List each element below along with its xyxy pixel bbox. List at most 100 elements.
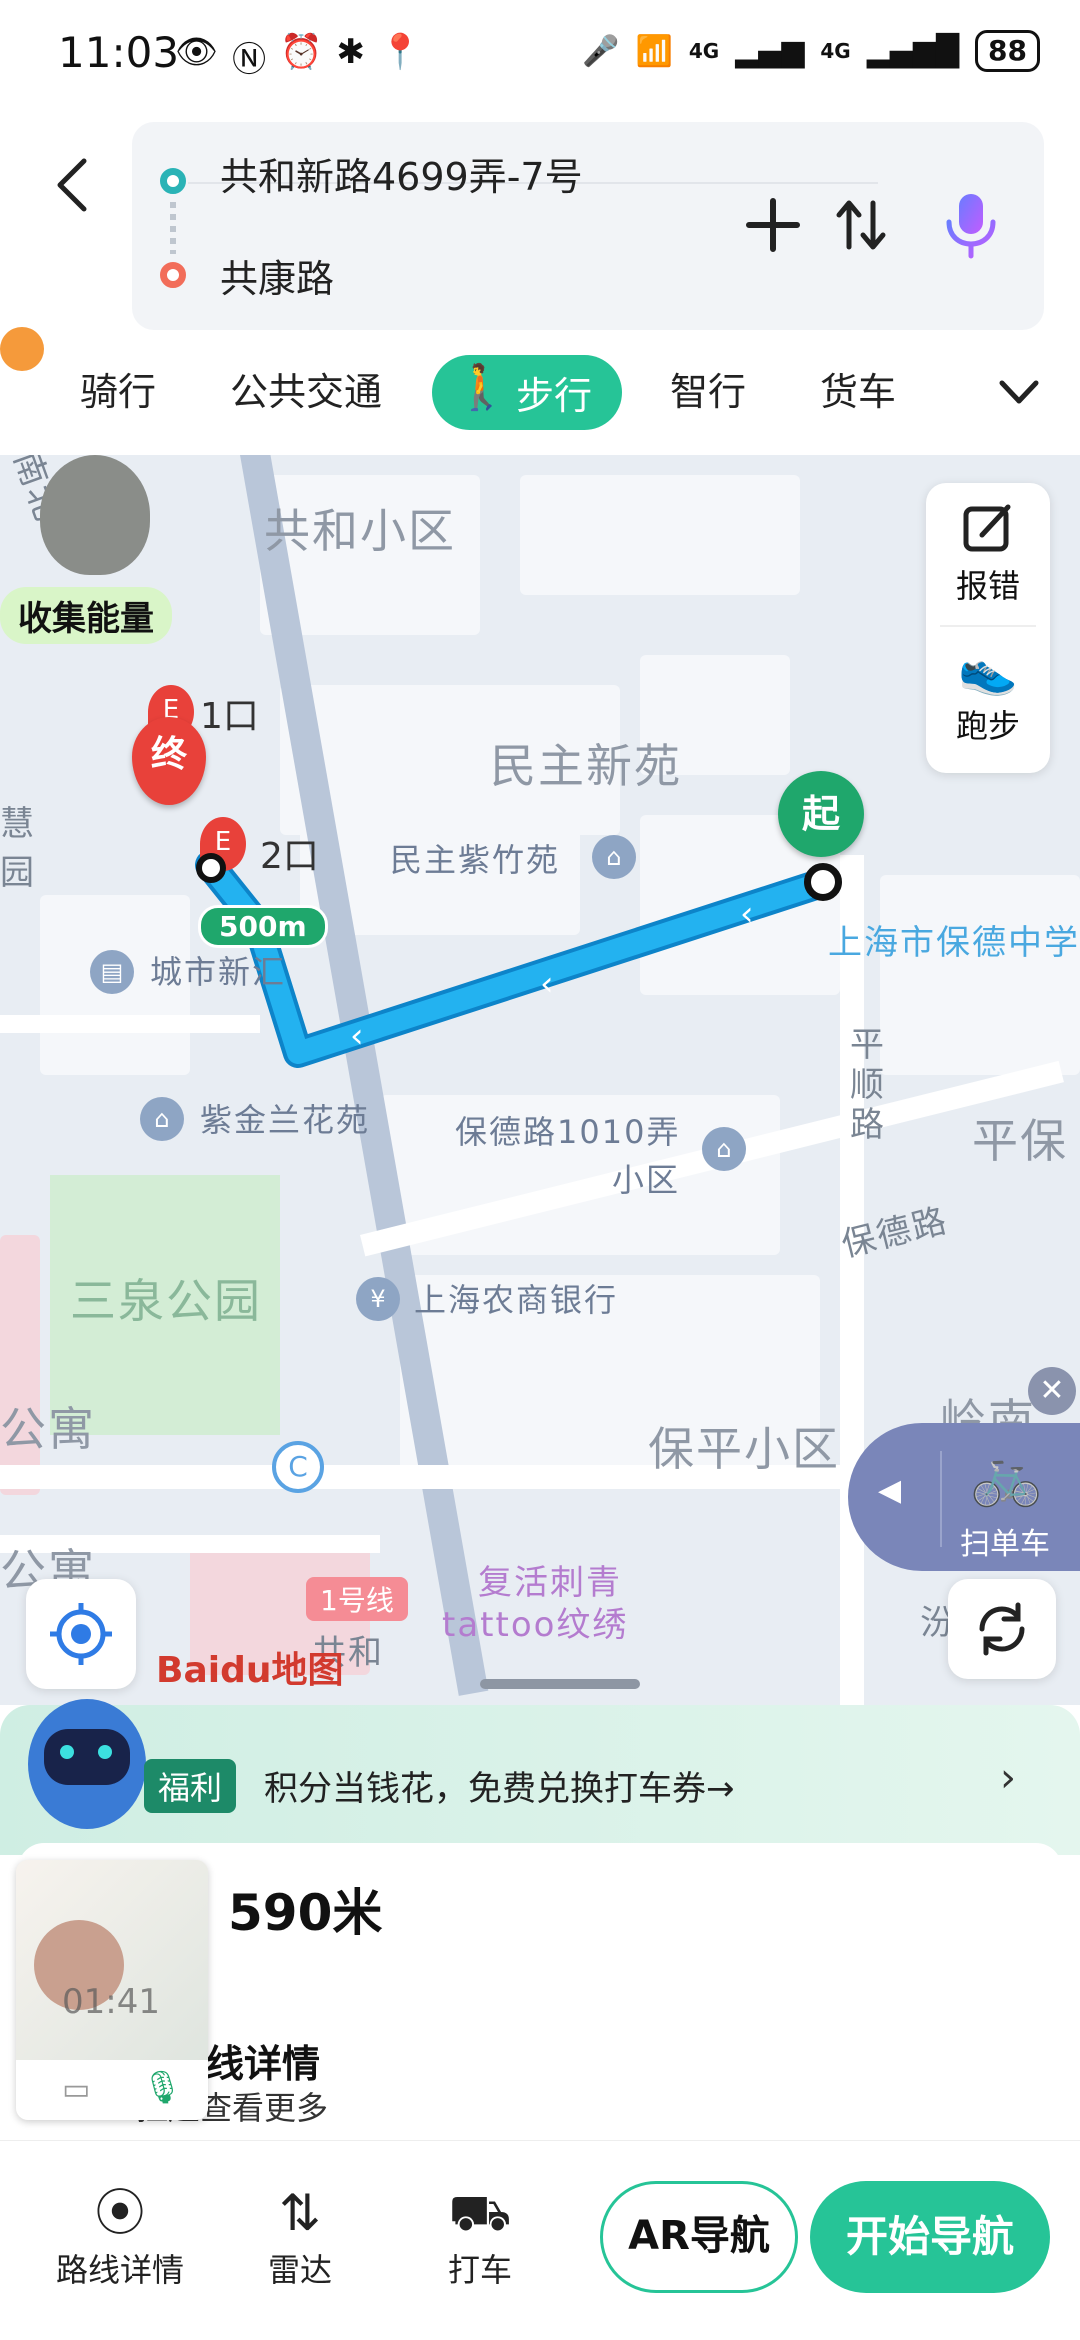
map-label: 保德路1010弄 <box>455 1113 681 1151</box>
microphone-icon[interactable]: 🎙 <box>142 2068 183 2106</box>
baidu-logo: Baidu地图 <box>156 1650 344 1691</box>
residence-icon: ⌂ <box>702 1127 746 1171</box>
video-call-thumbnail[interactable]: 01:41 ▭ 🎙 <box>16 1860 208 2120</box>
drag-handle[interactable] <box>480 1679 640 1689</box>
mic-icon: 🎤 <box>582 33 620 69</box>
bike-icon: 🚲 <box>970 1441 1043 1509</box>
map-view[interactable]: ‹ ‹ ‹ 共和小区 民主新苑 ⌂ 民主紫竹苑 ▤ 城市新汇 ⌂ 紫金兰花苑 保… <box>0 455 1080 1715</box>
map-label: 小区 <box>612 1161 681 1199</box>
signal-bars-icon: ▂▄▆█ <box>866 33 960 69</box>
location-icon: 📍 <box>379 32 422 72</box>
signal-1: 4G <box>688 39 720 63</box>
location-poi-icon: C <box>272 1441 324 1493</box>
map-tools-panel: 报错 👟 跑步 <box>926 483 1050 773</box>
welfare-badge: 福利 <box>144 1759 237 1813</box>
start-navigation-button[interactable]: 开始导航 <box>810 2181 1050 2293</box>
map-label: 民主新苑 <box>490 739 682 793</box>
chevron-right-icon[interactable]: › <box>1000 1755 1016 1801</box>
radar-button[interactable]: ⇅ 雷达 <box>230 2181 370 2291</box>
exit-2-label: 2口 <box>260 836 319 877</box>
collapse-icon[interactable]: ◀ <box>878 1473 901 1508</box>
promo-banner[interactable]: 福利 积分当钱花，免费兑换打车券→ › <box>0 1699 1080 1855</box>
map-label: 民主紫竹苑 <box>390 841 561 879</box>
map-label: 三泉公园 <box>70 1274 262 1328</box>
map-label: 平顺路 <box>850 1025 886 1145</box>
bottom-action-bar: ⦿ 路线详情 ⇅ 雷达 ⛟ 打车 AR导航 开始导航 <box>0 2140 1080 2340</box>
exit-1-label: 1口 <box>200 696 259 737</box>
shoe-icon: 👟 <box>958 642 1018 698</box>
end-point-dot <box>196 853 226 883</box>
map-label: 保平小区 <box>648 1422 840 1476</box>
refresh-icon <box>979 1602 1025 1656</box>
chevron-down-icon[interactable] <box>998 377 1040 407</box>
tab-cycling[interactable]: 骑行 <box>80 361 156 416</box>
svg-text:‹: ‹ <box>540 964 554 1004</box>
scan-bike-panel[interactable]: ◀ 🚲 扫单车 <box>848 1423 1080 1571</box>
collect-energy-label[interactable]: 收集能量 <box>0 587 172 644</box>
close-icon[interactable]: ✕ <box>1028 1367 1076 1415</box>
signal-2: 4G <box>820 39 851 63</box>
map-label: 园 <box>0 853 36 893</box>
battery-indicator: 88 <box>975 30 1040 72</box>
destination-dot-icon <box>160 262 186 288</box>
bank-icon: ¥ <box>356 1277 400 1321</box>
run-button[interactable]: 👟 跑步 <box>926 641 1050 747</box>
route-distance: 590米 <box>228 1884 383 1942</box>
destination-field[interactable]: 共康路 <box>220 248 334 303</box>
mascot-icon[interactable] <box>40 455 150 575</box>
side-badge-icon[interactable] <box>0 327 44 371</box>
metro-line-badge: 1号线 <box>306 1577 408 1621</box>
refresh-button[interactable] <box>948 1579 1056 1679</box>
map-label: 城市新汇 <box>150 953 287 991</box>
map-label: 平保 <box>972 1114 1068 1168</box>
eye-icon: 👁 <box>175 32 219 72</box>
tab-transit[interactable]: 公共交通 <box>230 361 382 416</box>
clock: 11:03 <box>58 28 180 77</box>
map-label: 上海农商银行 <box>414 1281 619 1319</box>
camera-icon[interactable]: ▭ <box>62 2072 90 2107</box>
distance-badge: 500m <box>198 905 328 948</box>
locate-icon <box>50 1603 112 1665</box>
route-header: 共和新路4699弄-7号 共康路 <box>0 110 1080 335</box>
svg-text:‹: ‹ <box>740 894 754 934</box>
swap-icon[interactable] <box>826 190 896 260</box>
locate-button[interactable] <box>26 1579 136 1689</box>
map-label: 共和小区 <box>264 504 456 558</box>
map-pin-icon: ⦿ <box>95 2184 145 2242</box>
alarm-icon: ⏰ <box>280 32 323 72</box>
status-bar: 11:03 👁 Ⓝ ⏰ ✱ 📍 🎤 📶 4G ▂▄▆ 4G ▂▄▆█ 88 <box>0 0 1080 110</box>
origin-dot-icon <box>160 168 186 194</box>
edit-icon <box>963 504 1011 552</box>
taxi-button[interactable]: ⛟ 打车 <box>410 2181 550 2291</box>
route-detail-button[interactable]: ⦿ 路线详情 <box>50 2181 190 2291</box>
start-marker[interactable]: 起 <box>778 771 864 857</box>
voice-mic-icon[interactable] <box>936 190 1006 260</box>
taxi-icon: ⛟ <box>448 2184 512 2242</box>
map-label: 慧 <box>0 804 36 844</box>
signal-bars-icon: ▂▄▆ <box>735 33 805 69</box>
walking-icon: 🚶 <box>454 362 509 413</box>
wifi-icon: 📶 <box>635 33 673 69</box>
origin-field[interactable]: 共和新路4699弄-7号 <box>220 146 583 201</box>
add-waypoint-icon[interactable] <box>738 190 808 260</box>
tab-walking[interactable]: 🚶 步行 <box>432 355 623 430</box>
map-label: tattoo纹绣 <box>442 1605 629 1645</box>
back-icon[interactable] <box>52 155 92 215</box>
tab-smart[interactable]: 智行 <box>670 361 746 416</box>
tab-truck[interactable]: 货车 <box>820 361 896 416</box>
transport-tabs: 骑行 公共交通 🚶 步行 智行 货车 <box>0 327 1080 455</box>
svg-text:‹: ‹ <box>350 1016 364 1056</box>
map-label: 紫金兰花苑 <box>200 1101 371 1139</box>
map-label: 上海市保德中学 <box>828 923 1080 963</box>
residence-icon: ⌂ <box>140 1097 184 1141</box>
report-error-button[interactable]: 报错 <box>926 501 1050 607</box>
start-point-dot <box>804 863 842 901</box>
map-label: 公寓 <box>0 1402 96 1456</box>
robot-mascot-icon <box>28 1699 146 1829</box>
building-icon: ▤ <box>90 950 134 994</box>
bluetooth-icon: ✱ <box>336 32 366 72</box>
residence-icon: ⌂ <box>592 835 636 879</box>
promo-text: 积分当钱花，免费兑换打车券→ <box>264 1769 735 1809</box>
ar-navigation-button[interactable]: AR导航 <box>600 2181 798 2293</box>
radar-icon: ⇅ <box>279 2184 321 2242</box>
